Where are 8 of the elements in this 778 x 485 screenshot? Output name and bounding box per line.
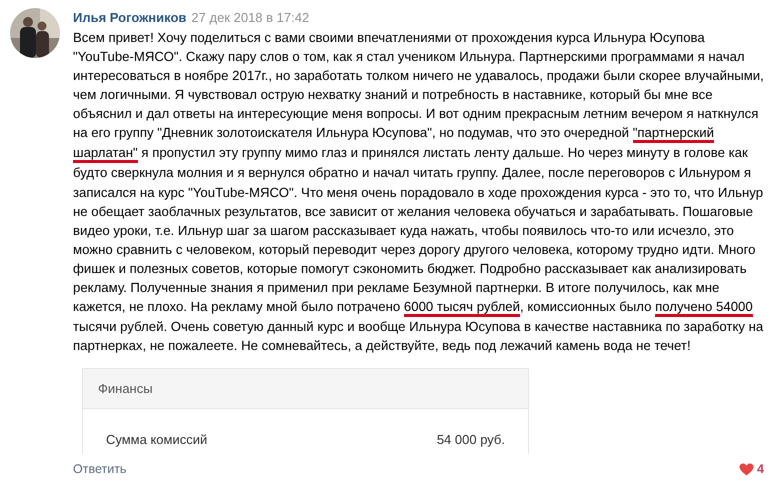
comment-text: Всем привет! Хочу поделиться с вами своими впечатлениями от прохождения курса Ильнура Юсупова "YouTube-МЯСО". Скажу пару слов о том, как я стал учеником Ильнура. Партнерскими программами я начал интересоваться в ноябре 2017г., но заработать толком ничего не удавалось, продажи были скорее влучайными, чем логичными. Я чувствовал острую нехватку знаний и потребность в наставнике, который бы мне все объяснил и дал ответы на интересующие меня вопросы. И вот одним прекрасным летним вечером я наткнулся на его группу "Дневник золотоискателя Ильнура Юсупова", но подумав, что это очередной "партнерский шарлатан" я пропустил эту группу мимо глаз и принялся листать ленту дальше. Но через минуту в голове как будто сверкнула молния и я вернулся обратно и начал читать группу. Далее, после переговоров с Ильнуром я записался на курс "YouTube-МЯСО". Что меня очень порадовало в ходе прохождения курса - это то, что Ильнур не обещает заоблачных результатов, все зависит от желания человека обучаться и зарабатывать. Пошаговые видео уроки, т.е. Ильнур шаг за шагом рассказывает куда нажать, чтобы появилось что-то или исчезло, это можно сравнить с человеком, который переводит через дорогу другого человека, которому трудно идти. Много фишек и полезных советов, которые помогут сэкономить бюджет. Подробно рассказывает как анализировать рекламу. Полученные знания я применил при рекламе Безумной партнерки. В итоге получилось, как мне кажется, не плохо. На рекламу мной было потрачено 6000 тысяч рублей, комиссионных было получено 54000 тысячи рублей. Очень советую данный курс и вообще Ильнура Юсупова в качестве наставника по заработку на партнерках, не пожалеете. Не сомневайтесь, а действуйте, ведь под лежачий камень вода не течет! <box>73 29 765 356</box>
row-value: 54 000 руб. <box>436 432 505 448</box>
author-name[interactable]: Илья Рогожников <box>73 10 186 25</box>
row-label: Сумма комиссий <box>106 432 208 448</box>
post-date[interactable]: 27 дек 2018 в 17:42 <box>191 10 310 25</box>
card-header: Финансы <box>83 369 528 410</box>
reply-link[interactable]: Ответить <box>73 462 126 476</box>
like-button[interactable]: 4 <box>739 462 764 476</box>
